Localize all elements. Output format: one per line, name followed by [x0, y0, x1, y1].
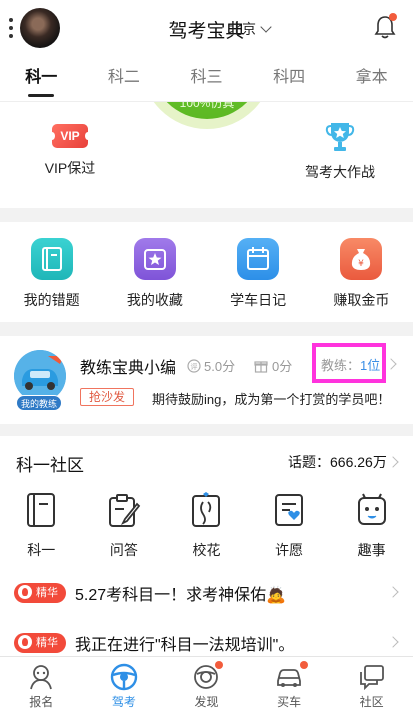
coach-count-label: 教练： — [321, 358, 361, 373]
community-icon-label: 问答 — [109, 542, 138, 558]
fun-face-icon — [357, 493, 386, 525]
exam-simulation-label: 100%仿真 — [179, 102, 235, 110]
tool-label: 学车日记 — [230, 292, 287, 308]
tab-ke2[interactable]: 科二 — [83, 56, 166, 101]
svg-text:¥: ¥ — [359, 259, 365, 269]
nav-label: 报名 — [29, 695, 54, 709]
battle-button[interactable]: 驾考大作战 — [302, 120, 378, 182]
nav-label: 发现 — [194, 695, 219, 709]
battle-label: 驾考大作战 — [305, 164, 375, 180]
community-icon-label: 校花 — [192, 542, 221, 558]
featured-badge: 精华 — [14, 583, 66, 603]
menu-dots-icon[interactable] — [8, 18, 14, 38]
notification-dot — [299, 661, 308, 669]
nav-signup[interactable]: 报名 — [0, 657, 83, 716]
tool-label: 我的收藏 — [126, 292, 183, 308]
chevron-right-icon — [387, 456, 399, 468]
coach-section[interactable]: 我的教练 教练宝典小编 评 5.0分 0分 教练：1位 抢沙发 期待鼓励ing，成… — [0, 336, 413, 424]
nav-label: 社区 — [359, 695, 384, 709]
tools-section: 我的错题 我的收藏 学车日记 ¥ 赚取金币 — [0, 222, 413, 322]
community-title: 科一社区 — [16, 456, 84, 475]
post-title: 我正在进行"科目一法规培训"。 — [75, 637, 295, 654]
user-avatar[interactable] — [20, 8, 60, 48]
tool-wrong-questions[interactable]: 我的错题 — [0, 222, 103, 322]
community-fun[interactable]: 趣事 — [330, 492, 413, 560]
vip-ticket-icon: VIP — [49, 124, 91, 148]
nav-label: 买车 — [277, 695, 302, 709]
tab-ke1[interactable]: 科一 — [0, 56, 83, 101]
community-school-flower[interactable]: 校花 — [165, 492, 248, 560]
community-post[interactable]: 精华 5.27考科目一！求考神保佑🙇 — [0, 580, 413, 610]
chevron-right-icon — [387, 636, 399, 648]
community-ke1[interactable]: 科一 — [0, 492, 83, 560]
notification-dot — [389, 13, 397, 21]
tool-favorites[interactable]: 我的收藏 — [103, 222, 206, 322]
nav-buy-car[interactable]: 买车 — [248, 657, 331, 716]
vip-pass-label: VIP保过 — [44, 160, 96, 176]
nav-label: 驾考 — [111, 695, 136, 709]
bottom-navigation: 报名 驾考 发现 买车 社区 — [0, 656, 413, 716]
favorites-star-icon — [133, 238, 176, 280]
steering-wheel-icon — [110, 663, 138, 691]
coach-rating: 评 5.0分 — [187, 356, 235, 375]
exam-simulation-button[interactable]: 100%仿真 — [141, 102, 273, 129]
coach-name: 教练宝典小编 — [80, 360, 177, 377]
coach-count[interactable]: 教练：1位 — [321, 355, 380, 374]
notebook-icon — [30, 238, 73, 280]
coach-gifts-value: 0分 — [272, 359, 293, 374]
community-wish[interactable]: 许愿 — [248, 492, 331, 560]
community-icon-label: 科一 — [27, 542, 56, 558]
city-label: 北京 — [228, 21, 256, 37]
community-chat-icon — [359, 665, 384, 691]
rating-icon: 评 — [187, 359, 201, 373]
community-icons: 科一 问答 校花 许愿 趣事 — [0, 492, 413, 560]
chevron-right-icon — [385, 358, 397, 370]
signup-icon — [30, 665, 53, 690]
flame-icon — [18, 585, 32, 599]
community-qa[interactable]: 问答 — [83, 492, 166, 560]
tab-ke4[interactable]: 科四 — [248, 56, 331, 101]
gift-icon — [254, 361, 268, 373]
wish-heart-icon — [275, 494, 304, 526]
notification-dot — [215, 661, 224, 669]
top-header: 驾考宝典 北京 — [0, 0, 413, 56]
community-topics[interactable]: 话题：666.26万 — [288, 452, 387, 472]
community-icon-label: 许愿 — [275, 542, 304, 558]
community-icon-label: 趣事 — [357, 542, 386, 558]
svg-text:评: 评 — [191, 363, 198, 371]
chevron-right-icon — [387, 586, 399, 598]
community-section: 科一社区 话题：666.26万 科一 问答 校花 许愿 趣事 精华 5.27考科… — [0, 436, 413, 656]
qa-pen-icon — [108, 494, 141, 527]
tab-ke3[interactable]: 科三 — [165, 56, 248, 101]
tool-label: 赚取金币 — [333, 292, 390, 308]
calendar-icon — [237, 238, 280, 280]
vip-section: 100%仿真 VIP VIP保过 驾考大作战 — [0, 102, 413, 208]
nav-community[interactable]: 社区 — [330, 657, 413, 716]
vip-pass-button[interactable]: VIP VIP保过 — [42, 124, 98, 178]
coach-message: 期待鼓励ing，成为第一个打赏的学员吧！ — [152, 392, 391, 407]
coach-gifts: 0分 — [254, 356, 292, 375]
coin-bag-icon: ¥ — [340, 238, 383, 280]
post-title: 5.27考科目一！求考神保佑🙇 — [75, 587, 287, 604]
nav-discover[interactable]: 发现 — [165, 657, 248, 716]
nav-driving-test[interactable]: 驾考 — [83, 657, 166, 716]
tab-naben[interactable]: 拿本 — [330, 56, 413, 101]
grab-sofa-button[interactable]: 抢沙发 — [80, 388, 134, 406]
flame-icon — [18, 635, 32, 649]
city-selector[interactable]: 北京 — [228, 19, 272, 39]
book-icon — [27, 493, 56, 527]
coach-count-value: 1位 — [360, 358, 381, 373]
chevron-down-icon — [260, 21, 272, 33]
school-flower-icon — [192, 492, 221, 527]
tool-diary[interactable]: 学车日记 — [207, 222, 310, 322]
trophy-icon — [325, 123, 355, 151]
my-coach-tag: 我的教练 — [16, 395, 62, 411]
car-icon — [277, 669, 301, 687]
tool-earn-coins[interactable]: ¥ 赚取金币 — [310, 222, 413, 322]
subject-tabs: 科一 科二 科三 科四 拿本 — [0, 56, 413, 102]
tool-label: 我的错题 — [23, 292, 80, 308]
coach-rating-value: 5.0分 — [204, 359, 236, 374]
featured-badge: 精华 — [14, 633, 66, 653]
